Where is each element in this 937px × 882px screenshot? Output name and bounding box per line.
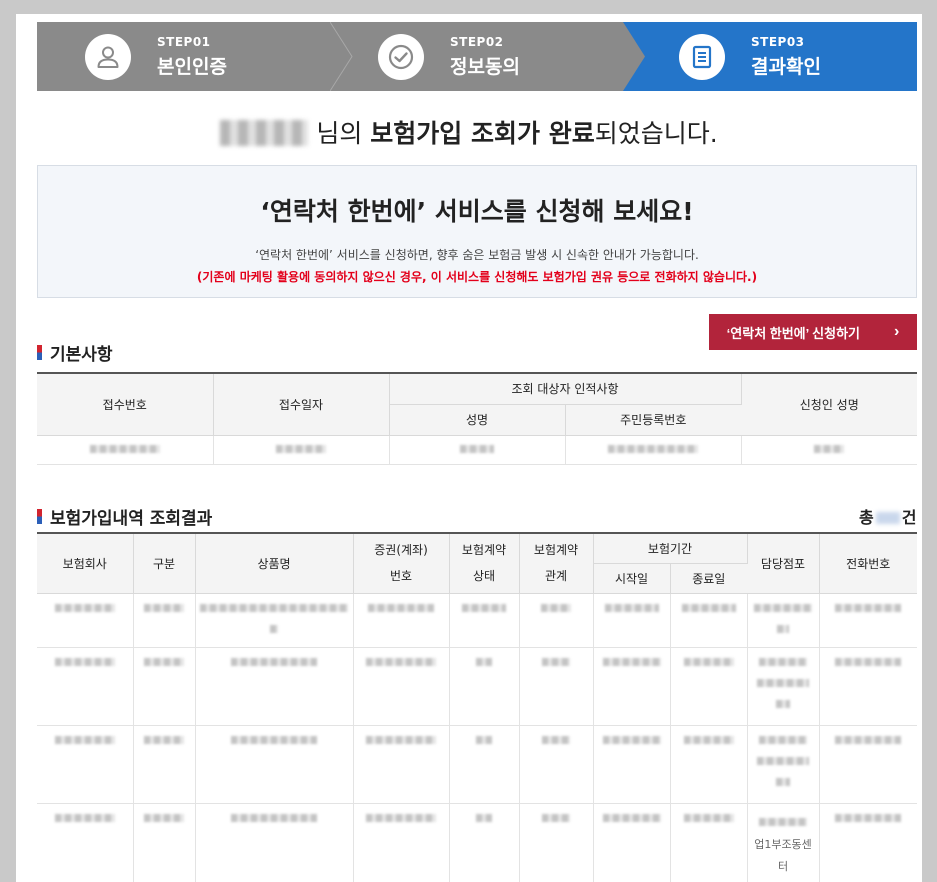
results-title: 보험가입내역 조회결과 xyxy=(50,509,213,529)
step-3-active: STEP03 결과확인 xyxy=(623,22,917,91)
user-icon xyxy=(85,33,131,80)
header-relation: 보험계약 관계 xyxy=(519,533,594,594)
step-2-title: 정보동의 xyxy=(450,55,520,78)
header-period: 보험기간 xyxy=(593,533,748,564)
step-3-title: 결과확인 xyxy=(751,55,821,78)
header-name: 성명 xyxy=(389,404,566,436)
header-receipt-date: 접수일자 xyxy=(213,373,390,436)
header-status: 보험계약 상태 xyxy=(449,533,520,594)
step-1-label: STEP01 xyxy=(157,34,211,49)
step-1: STEP01 본인인증 xyxy=(37,22,353,91)
section-bar-icon xyxy=(37,345,42,360)
completion-text-bold: 보험가입 조회가 완료 xyxy=(370,119,595,148)
table-row xyxy=(37,647,918,726)
results-table: 보험회사 구분 상품명 증권(계좌) 번호 보험계약 상태 보험계약 관계 보험기간 … xyxy=(37,532,918,882)
promo-title: ‘연락처 한번에’ 서비스를 신청해 보세요! xyxy=(260,197,694,226)
section-bar-icon xyxy=(37,509,42,524)
table-row xyxy=(37,435,917,465)
header-branch: 담당점포 xyxy=(747,533,820,594)
header-type: 구분 xyxy=(133,533,196,594)
step-1-title: 본인인증 xyxy=(157,55,227,78)
document-icon xyxy=(679,33,725,80)
total-count: 총건 xyxy=(859,504,916,528)
step-progress: STEP01 본인인증 STEP02 정보동의 STEP03 결과확인 xyxy=(37,22,917,91)
masked-count xyxy=(875,512,900,524)
step-divider xyxy=(623,22,645,91)
table-row xyxy=(37,593,918,648)
step-3-label: STEP03 xyxy=(751,34,805,49)
header-phone: 전화번호 xyxy=(819,533,918,594)
header-policy-no: 증권(계좌) 번호 xyxy=(353,533,450,594)
check-circle-icon xyxy=(378,33,424,80)
basic-info-title: 기본사항 xyxy=(50,345,113,365)
promo-box: ‘연락처 한번에’ 서비스를 신청해 보세요! ‘연락처 한번에’ 서비스를 신… xyxy=(37,165,917,298)
header-applicant-name: 신청인 성명 xyxy=(741,373,917,436)
header-product: 상품명 xyxy=(195,533,354,594)
chevron-right-icon: › xyxy=(894,323,900,340)
header-start-date: 시작일 xyxy=(593,563,671,594)
page: STEP01 본인인증 STEP02 정보동의 STEP03 결과확인 님의 보… xyxy=(16,14,922,882)
header-target-person: 조회 대상자 인적사항 xyxy=(389,373,742,405)
apply-contact-service-button[interactable]: ‘연락처 한번에’ 신청하기 › xyxy=(709,314,917,350)
header-rrn: 주민등록번호 xyxy=(565,404,741,436)
total-prefix: 총 xyxy=(859,508,874,527)
header-company: 보험회사 xyxy=(37,533,134,594)
basic-info-section-title: 기본사항 xyxy=(37,340,113,365)
step-2-label: STEP02 xyxy=(450,34,504,49)
completion-text-1: 님의 xyxy=(316,119,371,148)
promo-description: ‘연락처 한번에’ 서비스를 신청하면, 향후 숨은 보험금 발생 시 신속한 … xyxy=(255,248,699,262)
total-suffix: 건 xyxy=(901,508,917,527)
completion-text-2: 되었습니다. xyxy=(594,119,718,148)
step-divider xyxy=(330,22,353,91)
basic-info-table: 접수번호 접수일자 조회 대상자 인적사항 신청인 성명 성명 주민등록번호 xyxy=(37,372,917,465)
header-receipt-no: 접수번호 xyxy=(37,373,214,436)
results-section-title: 보험가입내역 조회결과 xyxy=(37,504,212,529)
promo-warning: (기존에 마케팅 활용에 동의하지 않으신 경우, 이 서비스를 신청해도 보험… xyxy=(196,270,758,284)
branch-text: 업1부조동센터 xyxy=(754,837,812,873)
apply-button-label: ‘연락처 한번에’ 신청하기 xyxy=(726,325,860,341)
masked-user-name xyxy=(220,120,309,146)
table-row xyxy=(37,725,918,804)
step-2: STEP02 정보동의 xyxy=(330,22,645,91)
header-end-date: 종료일 xyxy=(670,563,748,594)
completion-heading: 님의 보험가입 조회가 완료되었습니다. xyxy=(16,114,922,150)
table-row: 업1부조동센터 xyxy=(37,803,917,882)
